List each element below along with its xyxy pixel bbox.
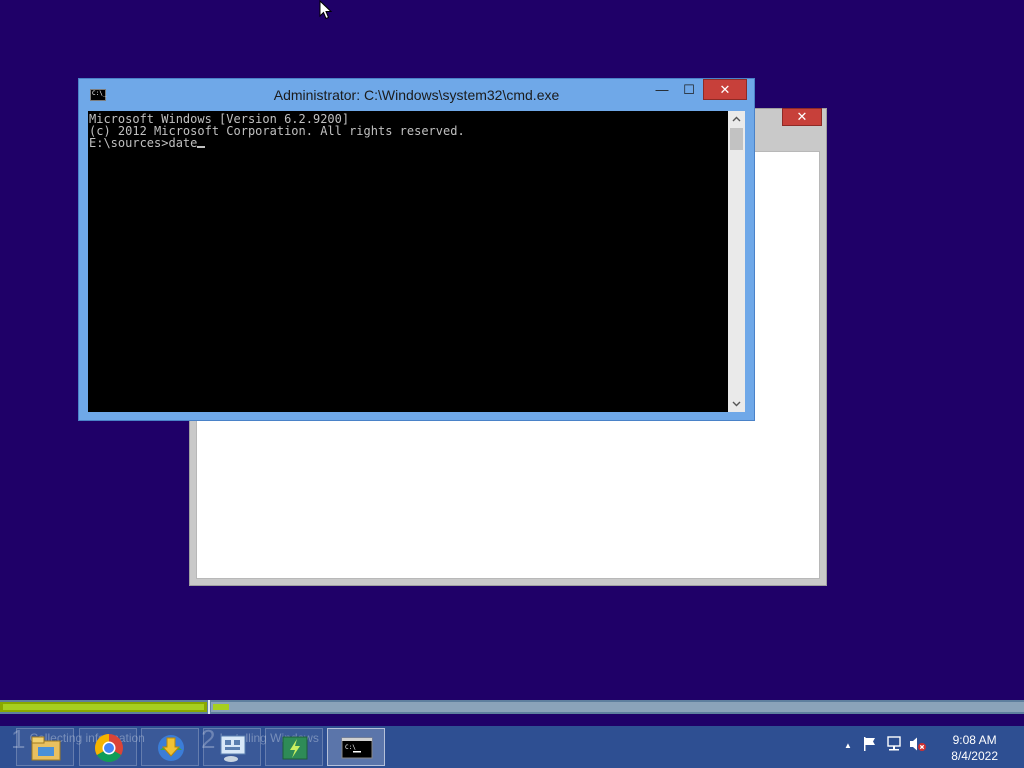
taskbar-download-manager[interactable] (141, 728, 199, 766)
action-center-flag-icon[interactable] (860, 736, 880, 756)
taskbar-file-explorer[interactable] (16, 728, 74, 766)
progress-divider (208, 700, 210, 714)
clock-time: 9:08 AM (952, 733, 997, 747)
vertical-scrollbar[interactable] (728, 111, 745, 412)
scroll-up-arrow-icon[interactable] (728, 111, 745, 127)
console-prompt-line: E:\sources>date (89, 137, 728, 149)
taskbar-windows-setup[interactable] (265, 728, 323, 766)
file-explorer-icon (31, 736, 61, 761)
taskbar-chrome[interactable] (79, 728, 137, 766)
stage-1-progress (0, 702, 207, 712)
setup-close-button[interactable]: ✕ (782, 108, 822, 126)
console-output[interactable]: Microsoft Windows [Version 6.2.9200] (c) … (88, 111, 728, 412)
setup-progress-bar (0, 700, 1024, 714)
internet-download-manager-icon (158, 735, 184, 761)
network-icon[interactable] (884, 736, 904, 756)
console-command: E:\sources>date (89, 136, 198, 150)
clock-date: 8/4/2022 (951, 749, 998, 763)
stage-2-progress-fill (213, 704, 229, 710)
svg-text:C:\: C:\ (345, 744, 356, 751)
scroll-down-arrow-icon[interactable] (728, 396, 745, 412)
windows-setup-icon (282, 736, 308, 760)
minimize-button[interactable]: — (649, 79, 675, 100)
network-app-icon (220, 735, 246, 762)
chrome-icon (95, 734, 123, 762)
taskbar-network-app[interactable] (203, 728, 261, 766)
scroll-thumb[interactable] (730, 128, 743, 150)
maximize-button[interactable]: ☐ (676, 79, 702, 100)
taskbar: 1 Collecting information 2 Installing Wind… (0, 726, 1024, 768)
stage-2-progress (211, 702, 1024, 712)
taskbar-command-prompt[interactable]: C:\ (327, 728, 385, 766)
command-prompt-window[interactable]: C:\_ Administrator: C:\Windows\system32\… (78, 78, 755, 421)
cmd-titlebar[interactable]: C:\_ Administrator: C:\Windows\system32\… (79, 79, 754, 111)
volume-muted-icon[interactable] (908, 736, 928, 756)
system-tray: ▲ 9:08 AM 8/4/2022 (834, 726, 1024, 768)
taskbar-clock[interactable]: 9:08 AM 8/4/2022 (951, 732, 998, 764)
stage-1-progress-fill (3, 704, 204, 710)
close-button[interactable]: ✕ (703, 79, 747, 100)
text-cursor (197, 146, 206, 148)
show-hidden-icons-icon[interactable]: ▲ (838, 736, 858, 756)
command-prompt-icon: C:\ (341, 737, 373, 759)
mouse-pointer-icon (319, 0, 333, 20)
